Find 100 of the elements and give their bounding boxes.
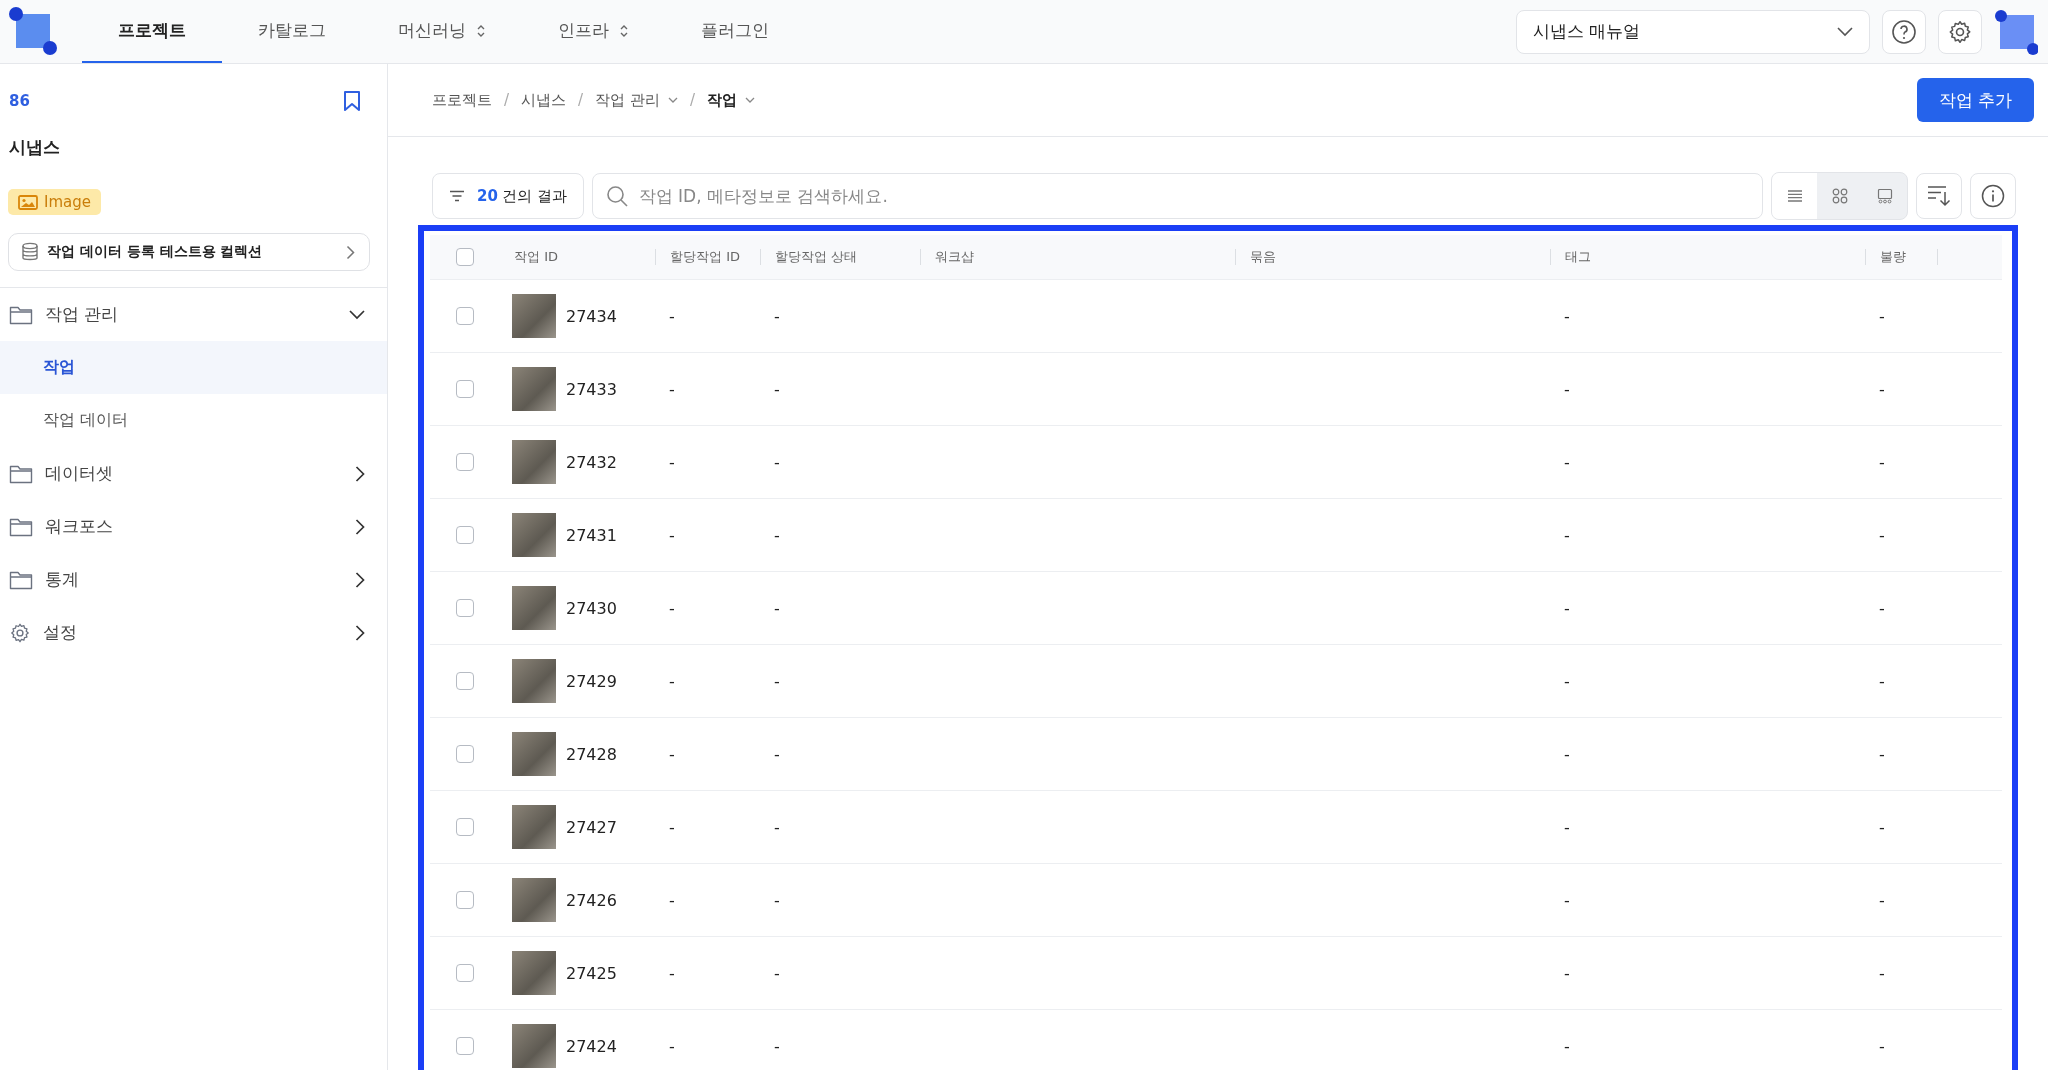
table-cell: - [669,598,675,618]
table-cell: - [1879,744,1885,764]
task-id: 27433 [566,379,617,399]
column-header[interactable]: 할당작업 상태 [775,248,858,266]
table-cell: - [1564,306,1570,326]
row-checkbox[interactable] [456,891,474,909]
info-button[interactable] [1970,173,2016,219]
menu-item[interactable]: 설정 [0,606,387,659]
row-checkbox[interactable] [456,672,474,690]
table-cell: - [774,379,780,399]
nav-tab[interactable]: 플러그인 [665,0,805,63]
table-cell: - [774,306,780,326]
nav-tab[interactable]: 인프라 [522,0,665,63]
photo-placeholder [512,732,556,776]
nav-tab[interactable]: 머신러닝 [362,0,522,63]
search-icon [605,185,628,207]
sort-button[interactable] [1916,173,1962,219]
column-header[interactable]: 불량 [1880,248,1906,266]
photo-placeholder [512,1024,556,1068]
table-cell: - [1879,306,1885,326]
photo-placeholder [512,878,556,922]
row-checkbox[interactable] [456,745,474,763]
chevron-right-icon [355,518,365,535]
submenu-item[interactable]: 작업 [0,341,387,394]
photo-placeholder [512,367,556,411]
table-cell: - [1564,525,1570,545]
table-cell: - [774,963,780,983]
column-header[interactable]: 작업 ID [514,248,558,266]
table-cell: - [774,598,780,618]
chevron-down-icon [667,96,678,104]
submenu-item[interactable]: 작업 데이터 [0,394,387,447]
gallery-icon [1876,188,1893,204]
view-mode-button[interactable] [1772,173,1817,219]
column-header[interactable]: 할당작업 ID [670,248,740,266]
table-cell: - [1564,890,1570,910]
table-cell: - [1564,452,1570,472]
table-cell: - [1879,890,1885,910]
row-checkbox[interactable] [456,1037,474,1055]
sort-icon [1927,185,1951,207]
bookmark-icon[interactable] [343,90,361,112]
row-checkbox[interactable] [456,526,474,544]
filter-button[interactable]: 20 건의 결과 [432,173,584,219]
task-id: 27428 [566,744,617,764]
table-cell: - [1564,671,1570,691]
table-cell: - [669,306,675,326]
table-cell: - [774,1036,780,1056]
task-id: 27430 [566,598,617,618]
search-field[interactable]: 작업 ID, 메타정보로 검색하세요. [591,173,1763,219]
help-button[interactable] [1882,9,1926,54]
table-cell: - [669,744,675,764]
column-header[interactable]: 묶음 [1250,248,1276,266]
column-header[interactable]: 태그 [1565,248,1591,266]
row-checkbox[interactable] [456,818,474,836]
project-dropdown[interactable]: 시냅스 매뉴얼 [1516,9,1870,54]
breadcrumb-link[interactable]: 작업 관리 [595,90,678,110]
info-icon [1981,184,2005,208]
image-icon [18,194,38,210]
table-cell: - [1879,1036,1885,1056]
table-cell: - [669,525,675,545]
table-cell: - [669,1036,675,1056]
photo-placeholder [512,294,556,338]
task-id: 27425 [566,963,617,983]
settings-button[interactable] [1938,9,1982,54]
row-checkbox[interactable] [456,453,474,471]
chevron-right-icon [355,624,365,641]
table-cell: - [1564,744,1570,764]
nav-tab[interactable]: 프로젝트 [82,0,222,63]
gear-icon [9,621,31,644]
breadcrumb-link[interactable]: 작업 [706,90,755,110]
table-cell: - [1564,963,1570,983]
row-checkbox[interactable] [456,380,474,398]
column-header[interactable]: 워크샵 [935,248,974,266]
table-cell: - [669,452,675,472]
select-all-checkbox[interactable] [456,248,474,266]
grid-icon [1831,188,1848,204]
menu-item[interactable]: 데이터셋 [0,447,387,500]
project-name: 시냅스 [8,136,61,159]
nav-tab[interactable]: 카탈로그 [222,0,362,63]
table-cell: - [774,452,780,472]
add-task-button[interactable]: 작업 추가 [1916,78,2034,122]
table-cell: - [774,525,780,545]
table-cell: - [1564,817,1570,837]
menu-item[interactable]: 통계 [0,553,387,606]
row-checkbox[interactable] [456,599,474,617]
breadcrumb-link[interactable]: 프로젝트 [432,90,492,110]
chevron-down-icon [1837,26,1853,37]
table-cell: - [669,963,675,983]
menu-item[interactable]: 작업 관리 [0,288,387,341]
photo-placeholder [512,805,556,849]
avatar-icon[interactable] [1994,8,2038,55]
task-id: 27424 [566,1036,617,1056]
breadcrumb-link[interactable]: 시냅스 [521,90,567,110]
settings-icon [1947,18,1973,45]
filter-icon [449,190,465,202]
row-checkbox[interactable] [456,964,474,982]
table-cell: - [774,671,780,691]
menu-item[interactable]: 워크포스 [0,500,387,553]
row-checkbox[interactable] [456,307,474,325]
table-cell: - [774,890,780,910]
collection-button[interactable]: 작업 데이터 등록 테스트용 컬렉션 [8,233,370,271]
